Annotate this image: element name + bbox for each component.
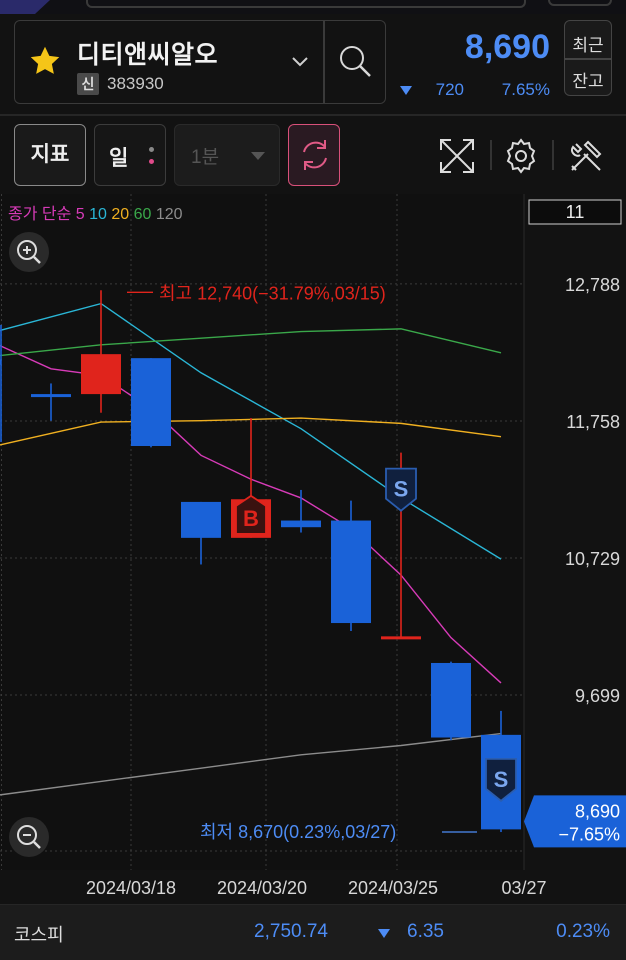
caret-down-icon [251, 152, 265, 160]
x-tick-label: 2024/03/25 [348, 878, 438, 898]
balance-button[interactable]: 잔고 [565, 67, 611, 92]
interval-select[interactable]: 1분 [174, 124, 280, 186]
legend-period: 20 [111, 206, 133, 223]
dot-icon [149, 159, 154, 164]
candle-body [431, 662, 471, 738]
legend-prefix: 종가 단순 [8, 205, 76, 223]
marker-label: S [494, 767, 509, 792]
tools-icon[interactable] [566, 136, 606, 176]
y-tick-label: 10,729 [565, 549, 620, 569]
current-price: 8,690 [464, 28, 550, 66]
marker-label: B [243, 506, 259, 531]
candle-body [131, 358, 171, 447]
chevron-down-icon[interactable] [291, 55, 309, 69]
divider [552, 140, 554, 170]
price-change: 720 [435, 80, 464, 99]
stock-code: 383930 [107, 74, 164, 93]
indicator-button[interactable]: 지표 [14, 124, 86, 186]
stock-header: 디티앤씨알오 신 383930 8,690 720 7.65% 최근 잔고 [0, 14, 626, 114]
search-icon[interactable] [335, 41, 375, 81]
period-label: 일 [109, 147, 129, 170]
chart-toolbar: 지표 일 1분 [0, 116, 626, 194]
low-label: 최저 8,670(0.23%,03/27) [200, 822, 396, 842]
ma-legend: 종가 단순 5 10 20 60 120 [8, 205, 183, 223]
current-price-tag-value: 8,690 [575, 801, 620, 821]
x-axis-svg: 2024/03/18 2024/03/20 2024/03/25 03/27 [86, 878, 547, 898]
candle-body [0, 359, 1, 365]
dot-icon [149, 147, 154, 152]
chart-svg[interactable]: 12,788 11,758 10,729 9,699 11 종가 단순 5 10 20 6… [0, 194, 626, 870]
x-tick-label: 2024/03/20 [217, 878, 307, 898]
candle-body [331, 520, 371, 624]
legend-period: 10 [89, 206, 111, 223]
price-axis-panel [524, 194, 626, 870]
recent-balance-toggle[interactable]: 최근 잔고 [564, 20, 612, 96]
zoom-out-icon-bg [9, 817, 49, 857]
down-arrow-icon [378, 929, 390, 938]
visible-count: 11 [566, 202, 585, 222]
candle-body [181, 501, 221, 538]
y-tick-label: 12,788 [565, 275, 620, 295]
y-tick-label: 9,699 [575, 686, 620, 706]
refresh-button[interactable] [288, 124, 340, 186]
high-label: 최고 12,740(−31.79%,03/15) [159, 283, 386, 303]
marker-label: S [394, 477, 409, 502]
index-change: 6.35 [407, 921, 444, 942]
y-tick-label: 11,758 [566, 412, 620, 432]
gear-icon[interactable] [501, 136, 541, 176]
candle-body [31, 394, 71, 398]
refresh-icon [303, 140, 327, 170]
candlestick-chart[interactable]: 12,788 11,758 10,729 9,699 11 종가 단순 5 10 20 6… [0, 194, 626, 870]
index-name: 코스피 [14, 925, 64, 945]
previous-panel-edge [86, 0, 526, 8]
current-price-tag-percent: −7.65% [558, 824, 620, 844]
star-icon[interactable] [27, 43, 63, 79]
index-value: 2,750.74 [254, 921, 328, 942]
fullscreen-icon[interactable] [437, 136, 477, 176]
stock-name: 디티앤씨알오 [77, 41, 219, 69]
x-tick-label: 2024/03/18 [86, 878, 176, 898]
market-index-bar[interactable]: 코스피 2,750.74 6.35 0.23% [0, 904, 626, 960]
recent-button[interactable]: 최근 [565, 31, 611, 56]
top-strip [0, 0, 626, 14]
legend-period: 5 [76, 206, 89, 223]
candle-body [281, 520, 321, 528]
candle-body [81, 354, 121, 395]
divider [490, 140, 492, 170]
stock-selector[interactable]: 디티앤씨알오 신 383930 [14, 20, 386, 104]
divider [323, 21, 325, 103]
legend-period: 60 [134, 206, 156, 223]
period-button[interactable]: 일 [94, 124, 166, 186]
credit-badge: 신 [77, 73, 99, 95]
interval-label: 1분 [191, 147, 220, 168]
x-tick-label: 03/27 [501, 878, 546, 898]
legend-period: 120 [156, 206, 183, 223]
x-axis-band: 2024/03/18 2024/03/20 2024/03/25 03/27 [0, 870, 626, 904]
down-arrow-icon [400, 86, 412, 95]
decor-shape [0, 0, 50, 14]
candle-body [381, 636, 421, 640]
zoom-in-icon-bg [9, 232, 49, 272]
price-change-percent: 7.65% [501, 80, 550, 99]
divider [565, 58, 611, 60]
previous-panel-edge-right [548, 0, 612, 6]
index-change-percent: 0.23% [556, 921, 610, 942]
